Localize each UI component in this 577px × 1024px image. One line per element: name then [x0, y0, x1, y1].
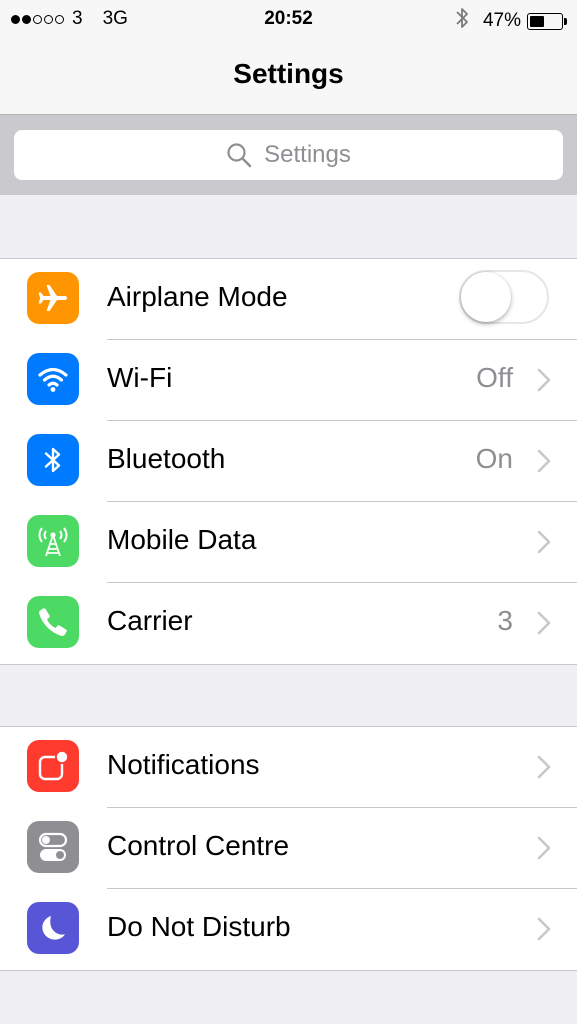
settings-row-airplane-mode[interactable]: Airplane Mode — [0, 259, 577, 340]
battery-cap — [564, 17, 567, 25]
row-value: 3 — [497, 605, 513, 636]
search-placeholder: Settings — [264, 141, 351, 168]
chevron-right-icon — [537, 917, 551, 941]
navigation-bar: Settings — [0, 38, 577, 115]
settings-row-wifi[interactable]: Wi-Fi Off — [0, 340, 577, 421]
phone-icon — [27, 596, 79, 648]
settings-row-notifications[interactable]: Notifications — [0, 727, 577, 808]
row-value: On — [475, 443, 513, 474]
row-label: Control Centre — [107, 830, 290, 861]
chevron-right-icon — [537, 836, 551, 860]
settings-row-carrier[interactable]: Carrier 3 — [0, 583, 577, 664]
antenna-icon — [27, 515, 79, 567]
search-input[interactable]: Settings — [14, 130, 563, 180]
settings-row-bluetooth[interactable]: Bluetooth On — [0, 421, 577, 502]
chevron-right-icon — [537, 755, 551, 779]
airplane-mode-toggle[interactable] — [459, 270, 549, 324]
moon-icon — [27, 902, 79, 954]
settings-row-control-centre[interactable]: Control Centre — [0, 808, 577, 889]
airplane-icon — [27, 272, 79, 324]
row-label: Mobile Data — [107, 524, 257, 555]
status-right: 47% — [455, 6, 567, 36]
control-centre-icon — [27, 821, 79, 873]
row-label: Notifications — [107, 749, 260, 780]
chevron-right-icon — [537, 449, 551, 473]
search-icon — [227, 143, 252, 168]
battery-fill — [530, 15, 544, 27]
battery-icon — [527, 12, 563, 30]
wifi-icon — [27, 353, 79, 405]
chevron-right-icon — [537, 368, 551, 392]
settings-row-do-not-disturb[interactable]: Do Not Disturb — [0, 889, 577, 970]
battery-percent: 47% — [482, 10, 521, 31]
toggle-knob — [461, 272, 511, 322]
row-label: Bluetooth — [107, 443, 226, 474]
settings-group-connectivity: Airplane Mode Wi-Fi Off Bluetooth On Mob… — [0, 258, 577, 665]
bluetooth-icon — [27, 434, 79, 486]
settings-group-system: Notifications Control Centre Do Not Dist… — [0, 726, 577, 971]
row-label: Do Not Disturb — [107, 911, 291, 942]
page-title: Settings — [233, 58, 344, 89]
row-label: Carrier — [107, 605, 193, 636]
bluetooth-icon — [455, 6, 469, 36]
chevron-right-icon — [537, 611, 551, 635]
status-bar: 3 3G 20:52 47% — [0, 0, 577, 38]
chevron-right-icon — [537, 530, 551, 554]
row-label: Wi-Fi — [107, 362, 173, 393]
row-label: Airplane Mode — [107, 281, 288, 312]
notifications-icon — [27, 740, 79, 792]
search-area: Settings — [0, 115, 577, 195]
row-value: Off — [476, 362, 513, 393]
settings-row-mobile-data[interactable]: Mobile Data — [0, 502, 577, 583]
